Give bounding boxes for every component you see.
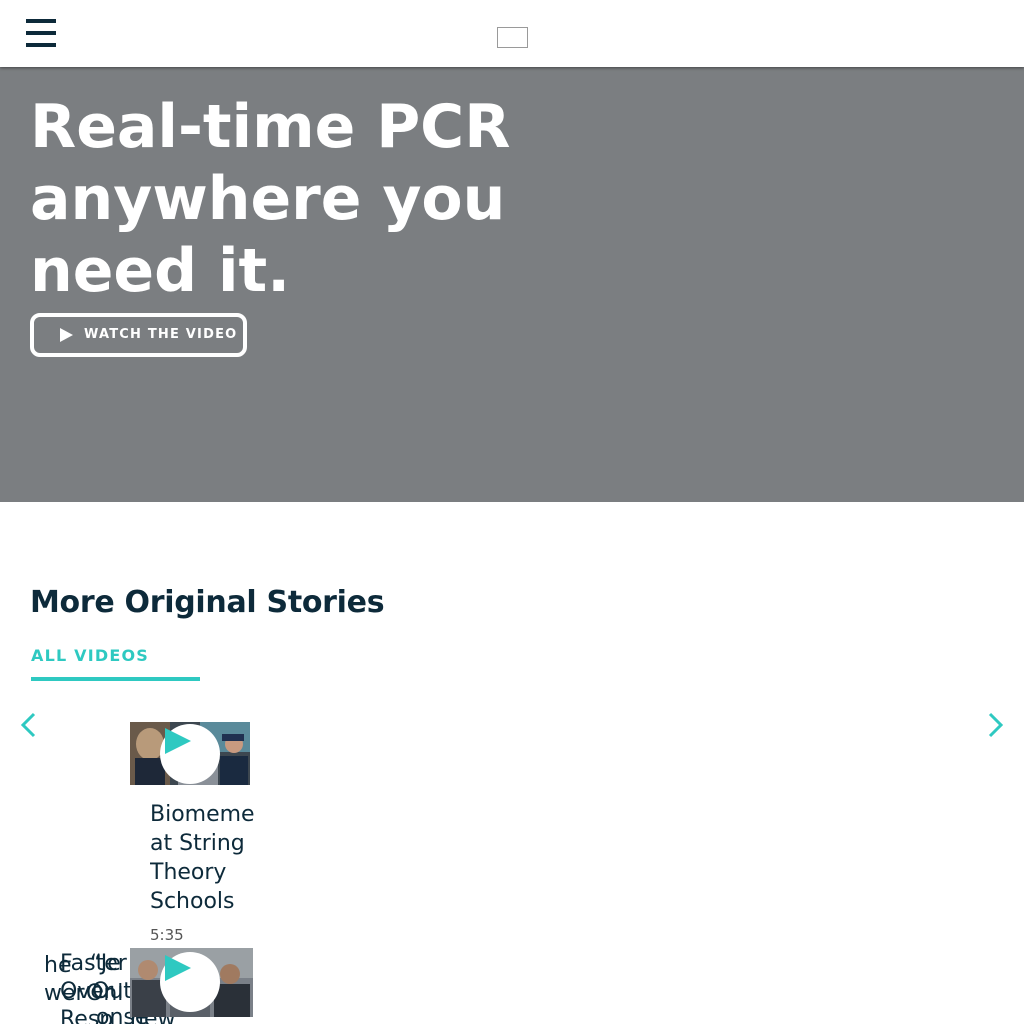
hero-banner: Real-time PCR anywhere you need it. WATC… [0,67,1024,502]
video-thumbnail[interactable] [130,722,250,785]
hamburger-menu-icon[interactable] [26,19,56,47]
chevron-left-icon[interactable] [15,710,45,740]
active-tab-underline [31,677,200,681]
site-header [0,0,1024,67]
card-title[interactable]: Biomeme at String Theory Schools [150,800,260,916]
hero-title: Real-time PCR anywhere you need it. [30,92,511,306]
watch-video-label: WATCH THE VIDEO [84,327,238,342]
logo-placeholder-icon[interactable] [497,27,528,48]
overlap-text: “Je [90,951,121,976]
watch-video-button[interactable]: WATCH THE VIDEO [30,313,247,357]
chevron-right-icon[interactable] [980,710,1010,740]
video-thumbnail[interactable] [130,948,253,1017]
play-icon [165,728,191,754]
section-title: More Original Stories [30,585,385,620]
card-duration: 5:35 [150,926,184,944]
tab-all-videos[interactable]: ALL VIDEOS [31,646,149,665]
play-icon [165,955,191,981]
play-icon [60,328,73,342]
